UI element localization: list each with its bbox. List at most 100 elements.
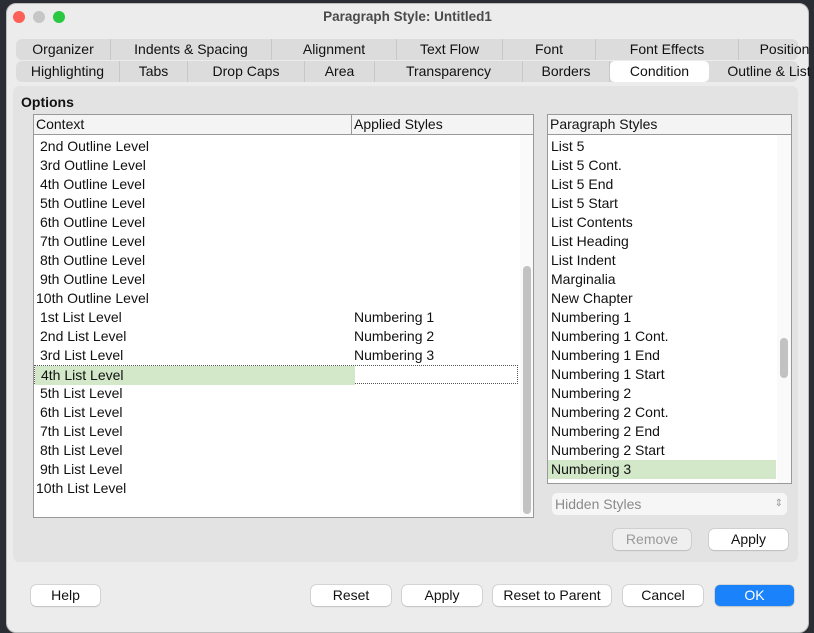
list-item[interactable]: Numbering 2 Start xyxy=(548,441,776,460)
remove-button[interactable]: Remove xyxy=(613,529,691,550)
tab-borders[interactable]: Borders xyxy=(523,61,610,82)
applied-style-cell xyxy=(354,403,514,422)
context-cell: 7th List Level xyxy=(40,423,123,439)
applied-style-cell xyxy=(355,366,515,385)
context-scrollbar-thumb[interactable] xyxy=(523,266,531,514)
cancel-button[interactable]: Cancel xyxy=(623,585,703,606)
reset-to-parent-button[interactable]: Reset to Parent xyxy=(493,585,611,606)
style-filter-select[interactable]: Hidden Styles ⇕ xyxy=(552,493,787,515)
table-row[interactable]: 5th Outline Level xyxy=(34,194,518,213)
applied-style-cell: Numbering 1 xyxy=(354,309,435,325)
table-row[interactable]: 5th List Level xyxy=(34,384,518,403)
list-item[interactable]: Numbering 1 Cont. xyxy=(548,327,776,346)
applied-style-cell xyxy=(354,232,514,251)
context-cell: 8th List Level xyxy=(40,442,123,458)
table-row[interactable]: 3rd Outline Level xyxy=(34,156,518,175)
close-window-button[interactable] xyxy=(13,11,25,23)
applied-style-cell xyxy=(354,175,514,194)
applied-style-cell xyxy=(354,270,514,289)
list-item[interactable]: Numbering 3 xyxy=(548,460,776,479)
applied-style-cell xyxy=(354,384,514,403)
tab-highlighting[interactable]: Highlighting xyxy=(16,61,120,82)
list-item[interactable]: Numbering 2 End xyxy=(548,422,776,441)
context-cell: 2nd Outline Level xyxy=(40,138,149,154)
column-header-context[interactable]: Context xyxy=(34,115,352,135)
applied-style-cell xyxy=(354,422,514,441)
table-row[interactable]: 6th List Level xyxy=(34,403,518,422)
list-item[interactable]: List Contents xyxy=(548,213,776,232)
table-row[interactable]: 10th List Level xyxy=(34,479,518,498)
list-item[interactable]: List 5 Start xyxy=(548,194,776,213)
tab-font-effects[interactable]: Font Effects xyxy=(596,39,739,60)
context-cell: 3rd List Level xyxy=(40,347,124,363)
applied-style-cell xyxy=(354,289,514,308)
tab-outline-list[interactable]: Outline & List xyxy=(709,61,814,82)
style-filter-value: Hidden Styles xyxy=(555,496,642,512)
table-row[interactable]: 9th Outline Level xyxy=(34,270,518,289)
context-cell: 3rd Outline Level xyxy=(40,157,146,173)
table-row[interactable]: 8th List Level xyxy=(34,441,518,460)
ok-button[interactable]: OK xyxy=(715,585,794,606)
help-button[interactable]: Help xyxy=(31,585,100,606)
tab-drop-caps[interactable]: Drop Caps xyxy=(188,61,305,82)
table-row[interactable]: 1st List Level Numbering 1 xyxy=(34,308,518,327)
list-item[interactable]: List Indent xyxy=(548,251,776,270)
list-item[interactable]: Marginalia xyxy=(548,270,776,289)
tab-text-flow[interactable]: Text Flow xyxy=(397,39,503,60)
list-item[interactable]: Numbering 2 Cont. xyxy=(548,403,776,422)
context-cell: 9th Outline Level xyxy=(40,271,146,287)
context-cell: 8th Outline Level xyxy=(40,252,146,268)
tab-condition[interactable]: Condition xyxy=(610,61,709,82)
table-row[interactable]: 2nd Outline Level xyxy=(34,137,518,156)
apply-condition-button[interactable]: Apply xyxy=(709,529,788,550)
table-row[interactable]: 8th Outline Level xyxy=(34,251,518,270)
tab-position[interactable]: Position xyxy=(739,39,814,60)
context-cell: 6th List Level xyxy=(40,404,123,420)
list-item[interactable]: List Heading xyxy=(548,232,776,251)
table-row[interactable]: 7th Outline Level xyxy=(34,232,518,251)
tab-alignment[interactable]: Alignment xyxy=(272,39,397,60)
table-row[interactable]: 6th Outline Level xyxy=(34,213,518,232)
list-item[interactable]: List 5 End xyxy=(548,175,776,194)
tab-tabs[interactable]: Tabs xyxy=(120,61,188,82)
context-table[interactable]: Context Applied Styles 2nd Outline Level… xyxy=(33,114,534,518)
column-header-applied-styles[interactable]: Applied Styles xyxy=(352,115,533,135)
table-row[interactable]: 4th List Level xyxy=(34,365,518,385)
table-row[interactable]: 7th List Level xyxy=(34,422,518,441)
styles-scrollbar[interactable] xyxy=(777,135,791,483)
styles-scrollbar-thumb[interactable] xyxy=(780,338,788,378)
zoom-window-button[interactable] xyxy=(53,11,65,23)
table-row[interactable]: 4th Outline Level xyxy=(34,175,518,194)
table-row[interactable]: 10th Outline Level xyxy=(34,289,518,308)
list-item[interactable]: List 5 Cont. xyxy=(548,156,776,175)
list-item[interactable]: Numbering 2 xyxy=(548,384,776,403)
list-item[interactable]: Numbering 1 xyxy=(548,308,776,327)
table-row[interactable]: 9th List Level xyxy=(34,460,518,479)
applied-style-cell xyxy=(354,194,514,213)
tab-font[interactable]: Font xyxy=(503,39,596,60)
context-cell: 4th Outline Level xyxy=(40,176,146,192)
list-item[interactable]: New Chapter xyxy=(548,289,776,308)
tab-organizer[interactable]: Organizer xyxy=(16,39,111,60)
list-item[interactable]: Numbering 1 Start xyxy=(548,365,776,384)
table-row[interactable]: 2nd List Level Numbering 2 xyxy=(34,327,518,346)
reset-button[interactable]: Reset xyxy=(311,585,391,606)
apply-button[interactable]: Apply xyxy=(402,585,482,606)
context-cell: 4th List Level xyxy=(35,366,355,385)
list-item[interactable]: List 5 xyxy=(548,137,776,156)
minimize-window-button[interactable] xyxy=(33,11,45,23)
tab-indents-spacing[interactable]: Indents & Spacing xyxy=(111,39,272,60)
context-cell: 9th List Level xyxy=(40,461,123,477)
applied-style-cell xyxy=(354,156,514,175)
paragraph-style-dialog: Paragraph Style: Untitled1 Organizer Inde… xyxy=(6,3,811,633)
list-item[interactable]: Numbering 1 End xyxy=(548,346,776,365)
table-row[interactable]: 3rd List Level Numbering 3 xyxy=(34,346,518,365)
applied-style-cell xyxy=(354,479,514,498)
tab-area[interactable]: Area xyxy=(305,61,375,82)
paragraph-styles-list[interactable]: Paragraph Styles List 5 List 5 Cont. List … xyxy=(547,114,792,484)
context-scrollbar[interactable] xyxy=(520,135,533,517)
applied-style-cell: Numbering 2 xyxy=(354,328,435,344)
tab-transparency[interactable]: Transparency xyxy=(375,61,523,82)
context-cell: 7th Outline Level xyxy=(40,233,146,249)
applied-style-cell xyxy=(354,137,514,156)
